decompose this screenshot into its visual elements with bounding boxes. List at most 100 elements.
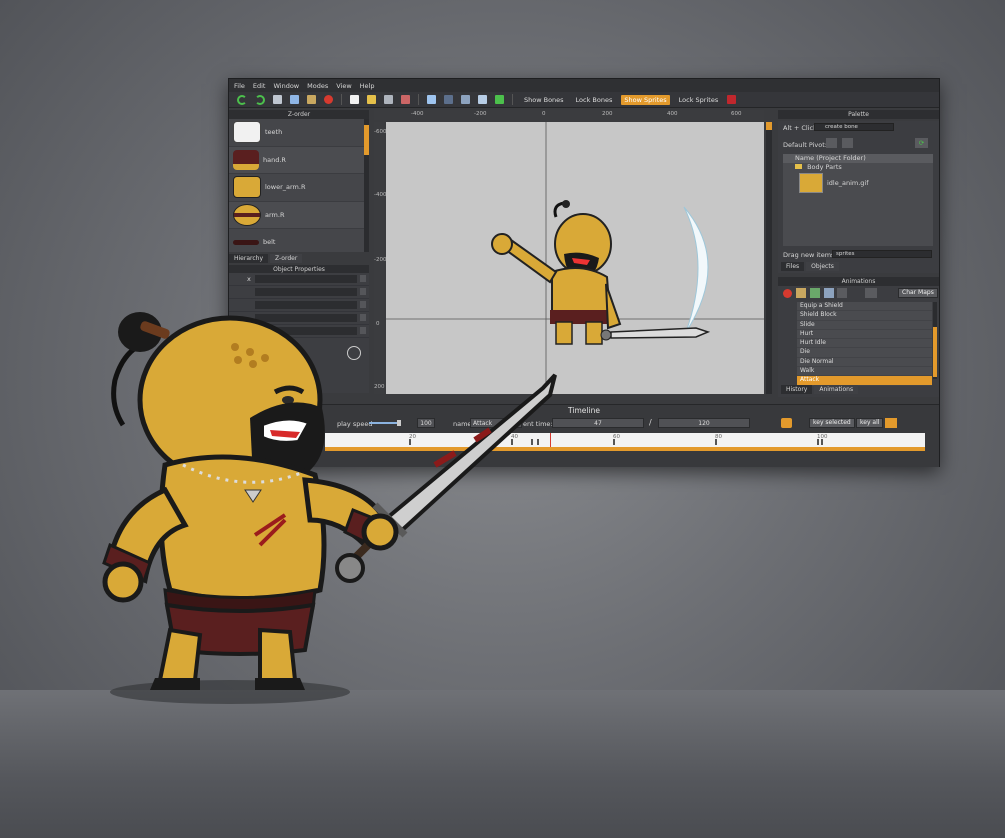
animations-panel: Char Maps Equip a Shield Shield Block Sl…: [778, 286, 939, 397]
property-field[interactable]: [255, 288, 357, 296]
scrollbar-thumb[interactable]: [364, 125, 369, 155]
ruler-top-label: -200: [474, 111, 487, 117]
rename-animation-icon[interactable]: [824, 288, 834, 298]
list-item[interactable]: belt: [229, 229, 364, 252]
lock-sprites-button[interactable]: Lock Sprites: [676, 95, 722, 105]
copy-icon[interactable]: [290, 95, 299, 104]
animation-item[interactable]: Equip a Shield: [797, 302, 932, 312]
animations-tabs: History Animations: [781, 385, 860, 394]
export-icon[interactable]: [401, 95, 410, 104]
property-lock-checkbox[interactable]: [360, 288, 366, 295]
keyframe-marker[interactable]: [613, 439, 615, 445]
new-animation-icon[interactable]: [796, 288, 806, 298]
key-all-button[interactable]: key all: [856, 418, 884, 428]
alt-click-select[interactable]: create bone: [814, 123, 894, 131]
sprite-thumbnail: [233, 176, 261, 199]
list-item[interactable]: lower_arm.R: [229, 174, 364, 202]
list-item[interactable]: arm.R: [229, 201, 364, 229]
lock-bones-button[interactable]: Lock Bones: [573, 95, 616, 105]
tab-files[interactable]: Files: [781, 262, 805, 271]
menu-file[interactable]: File: [234, 82, 245, 90]
keyframe-marker[interactable]: [821, 439, 823, 445]
open-folder-icon[interactable]: [367, 95, 376, 104]
record-icon[interactable]: [727, 95, 737, 104]
paste-icon[interactable]: [307, 95, 316, 104]
cut-icon[interactable]: [273, 95, 282, 104]
folder-icon: [795, 164, 802, 169]
tab-objects[interactable]: Objects: [806, 262, 839, 271]
animation-item[interactable]: Hurt Idle: [797, 339, 932, 349]
tab-zorder[interactable]: Z-order: [270, 254, 303, 263]
animation-item[interactable]: Die Normal: [797, 358, 932, 368]
fullscreen-icon[interactable]: [865, 288, 877, 298]
menu-window[interactable]: Window: [273, 82, 299, 90]
property-x-field[interactable]: [255, 275, 357, 283]
tree-file-item[interactable]: idle_anim.gif: [783, 172, 933, 194]
right-fist: [361, 513, 399, 551]
scrollbar-thumb[interactable]: [933, 327, 937, 377]
show-sprites-button[interactable]: Show Sprites: [621, 94, 670, 105]
ruler-top-label: 400: [667, 111, 678, 117]
toolbar-separator: [418, 94, 419, 105]
view-window-icon[interactable]: [427, 95, 436, 104]
menu-edit[interactable]: Edit: [253, 82, 266, 90]
scrollbar-thumb[interactable]: [766, 122, 772, 130]
menu-modes[interactable]: Modes: [307, 82, 328, 90]
char-maps-button[interactable]: Char Maps: [898, 288, 938, 298]
zorder-list: teeth hand.R lower_arm.R arm.R belt: [229, 119, 364, 252]
refresh-icon[interactable]: ⟳: [915, 138, 928, 148]
animation-item[interactable]: Shield Block: [797, 311, 932, 321]
duplicate-animation-icon[interactable]: [810, 288, 820, 298]
tab-hierarchy[interactable]: Hierarchy: [229, 254, 269, 263]
menu-view[interactable]: View: [336, 82, 351, 90]
zorder-scrollbar[interactable]: [364, 119, 369, 252]
animation-item[interactable]: Walk: [797, 367, 932, 377]
list-item[interactable]: hand.R: [229, 146, 364, 174]
animation-scrollbar[interactable]: [933, 302, 937, 379]
total-time-field[interactable]: 120: [658, 418, 750, 428]
list-item[interactable]: teeth: [229, 119, 364, 147]
animation-item[interactable]: Slide: [797, 321, 932, 330]
sprite-thumbnail: [233, 203, 261, 226]
sword-pommel: [335, 553, 365, 583]
sprite-thumbnail: [233, 239, 259, 245]
animation-item[interactable]: Die: [797, 348, 932, 358]
canvas-scrollbar-v[interactable]: [766, 122, 772, 394]
property-row: [229, 286, 369, 299]
zorder-item-label: teeth: [265, 128, 283, 137]
keyframe-marker[interactable]: [817, 439, 819, 445]
undo-icon[interactable]: [237, 94, 247, 105]
pivot-copy-icon[interactable]: [826, 138, 837, 148]
menu-help[interactable]: Help: [360, 82, 375, 90]
loop-icon[interactable]: [781, 418, 792, 428]
property-x-label: x: [247, 275, 251, 283]
zorder-item-label: hand.R: [263, 155, 286, 164]
show-bones-button[interactable]: Show Bones: [521, 95, 567, 105]
tree-header: Name (Project Folder): [783, 154, 933, 163]
ruler-top-label: 0: [542, 111, 546, 117]
tree-file-label: idle_anim.gif: [827, 179, 869, 187]
view-dark-icon[interactable]: [444, 95, 453, 104]
keyframe-marker[interactable]: [715, 439, 717, 445]
stop-icon[interactable]: [324, 95, 333, 104]
view-grid-icon[interactable]: [461, 95, 470, 104]
tab-animations[interactable]: Animations: [814, 385, 859, 394]
animation-list: Equip a Shield Shield Block Slide Hurt H…: [797, 302, 932, 386]
redo-icon[interactable]: [255, 94, 265, 105]
new-file-icon[interactable]: [350, 95, 359, 104]
delete-animation-icon[interactable]: [783, 289, 792, 298]
tab-history[interactable]: History: [781, 385, 813, 394]
property-lock-checkbox[interactable]: [360, 275, 366, 282]
save-icon[interactable]: [384, 95, 393, 104]
zorder-item-label: belt: [263, 238, 276, 247]
pivot-paste-icon[interactable]: [842, 138, 853, 148]
view-panel-icon[interactable]: [478, 95, 487, 104]
tree-folder-item[interactable]: Body Parts: [783, 163, 933, 172]
fit-view-icon[interactable]: [495, 95, 504, 104]
animation-options-icon[interactable]: [837, 288, 847, 298]
timeline-settings-icon[interactable]: [885, 418, 897, 428]
animation-item[interactable]: Hurt: [797, 330, 932, 340]
backdrop-floor: [0, 690, 1005, 838]
key-selected-button[interactable]: key selected: [809, 418, 855, 428]
drag-as-select[interactable]: sprites: [832, 250, 932, 258]
